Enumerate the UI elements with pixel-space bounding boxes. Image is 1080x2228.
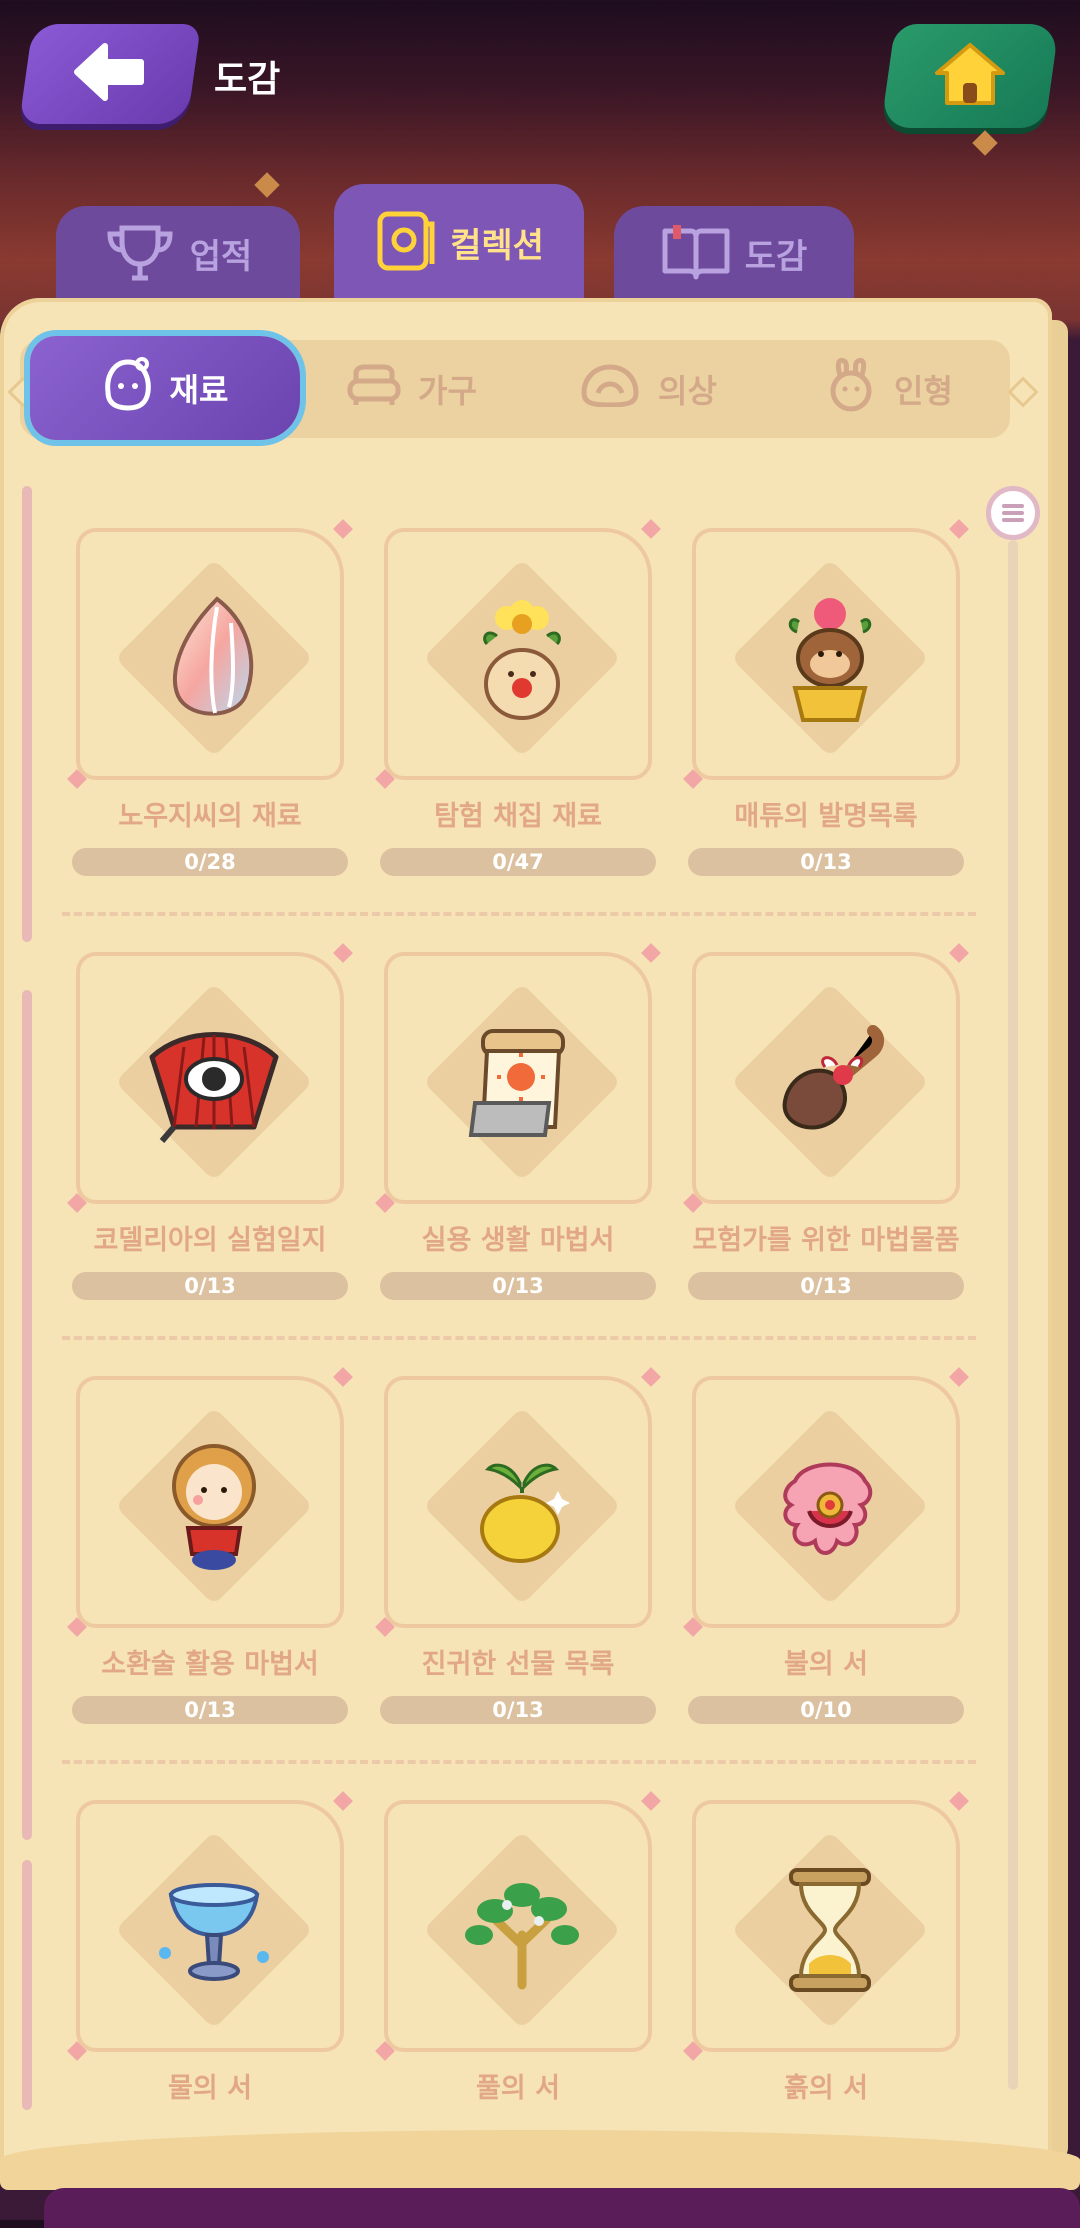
arrow-left-icon	[73, 42, 147, 106]
hat-icon	[578, 363, 642, 415]
collection-card[interactable]	[683, 1367, 969, 1637]
bunny-doll-icon	[824, 357, 878, 421]
book-bottom-edge	[0, 2130, 1080, 2190]
collection-card[interactable]	[683, 1791, 969, 2061]
collection-name: 진귀한 선물 목록	[421, 1649, 615, 1680]
tab-collection-label: 컬렉션	[450, 225, 544, 266]
bottom-bar	[44, 2188, 1080, 2228]
mandrake-flower-icon	[388, 532, 656, 784]
sparkle-decoration	[254, 172, 280, 198]
subtab-materials[interactable]: 재료	[30, 336, 300, 440]
subtab-doll[interactable]: 인형	[824, 340, 953, 438]
collection-progress: 0/47	[380, 848, 656, 876]
collection-card[interactable]	[375, 1791, 661, 2061]
tab-encyclopedia-label: 도감	[744, 236, 808, 277]
collection-card[interactable]	[375, 1367, 661, 1637]
collection-progress: 0/13	[688, 848, 964, 876]
left-page-decoration	[22, 486, 32, 942]
tab-achievements-label: 업적	[189, 236, 253, 277]
subtab-doll-label: 인형	[894, 372, 953, 410]
material-blob-icon	[102, 356, 154, 420]
collection-name: 물의 서	[168, 2073, 252, 2104]
collection-name: 풀의 서	[476, 2073, 560, 2104]
collection-card[interactable]	[375, 943, 661, 1213]
collection-name: 모험가를 위한 마법물품	[692, 1225, 960, 1256]
collection-name: 탐험 채집 재료	[434, 801, 602, 832]
trophy-icon	[104, 222, 176, 284]
calendar-scroll-icon	[388, 956, 656, 1208]
subtab-furniture-label: 가구	[418, 372, 477, 410]
hourglass-icon	[696, 1804, 964, 2056]
page-title: 도감	[214, 59, 281, 100]
water-chalice-icon	[80, 1804, 348, 2056]
collection-name: 코델리아의 실험일지	[93, 1225, 327, 1256]
collection-card[interactable]	[67, 1791, 353, 2061]
collection-name: 실용 생활 마법서	[421, 1225, 615, 1256]
monkey-pot-icon	[696, 532, 964, 784]
collection-progress: 0/13	[72, 1272, 348, 1300]
collection-card[interactable]	[375, 519, 661, 789]
collection-card[interactable]	[683, 519, 969, 789]
back-button[interactable]	[18, 24, 202, 124]
scrollbar-thumb[interactable]	[986, 486, 1040, 540]
collection-name: 노우지씨의 재료	[118, 801, 302, 832]
open-book-icon	[661, 225, 731, 281]
row-divider	[62, 912, 976, 916]
subtab-costume-label: 의상	[658, 372, 717, 410]
collection-name: 흙의 서	[784, 2073, 868, 2104]
collection-progress: 0/13	[688, 1272, 964, 1300]
home-button[interactable]	[880, 24, 1060, 128]
collection-progress: 0/10	[688, 1696, 964, 1724]
sofa-icon	[346, 363, 402, 415]
collection-card[interactable]	[683, 943, 969, 1213]
bow-brush-icon	[696, 956, 964, 1208]
tab-achievements[interactable]: 업적	[56, 206, 300, 300]
collection-progress: 0/13	[380, 1696, 656, 1724]
left-page-decoration	[22, 1860, 32, 2110]
scrollbar-track[interactable]	[1008, 540, 1018, 2090]
subtab-costume[interactable]: 의상	[578, 340, 717, 438]
tab-encyclopedia[interactable]: 도감	[614, 206, 854, 300]
left-page-decoration	[22, 990, 32, 1840]
fire-feather-icon	[696, 1380, 964, 1632]
collection-card[interactable]	[67, 519, 353, 789]
collection-progress: 0/28	[72, 848, 348, 876]
sparkle-decoration	[972, 130, 998, 156]
leaf-tree-icon	[388, 1804, 656, 2056]
eye-fan-icon	[80, 956, 348, 1208]
collection-card[interactable]	[67, 1367, 353, 1637]
golden-seed-icon	[388, 1380, 656, 1632]
collection-progress: 0/13	[380, 1272, 656, 1300]
collection-name: 매튜의 발명목록	[734, 801, 918, 832]
collection-book-icon	[374, 210, 436, 274]
row-divider	[62, 1760, 976, 1764]
hooded-doll-icon	[80, 1380, 348, 1632]
subtab-furniture[interactable]: 가구	[346, 340, 477, 438]
tab-collection[interactable]: 컬렉션	[334, 184, 584, 300]
row-divider	[62, 1336, 976, 1340]
subtab-materials-label: 재료	[169, 371, 229, 409]
collection-progress: 0/13	[72, 1696, 348, 1724]
collection-name: 불의 서	[784, 1649, 868, 1680]
collection-card[interactable]	[67, 943, 353, 1213]
home-icon	[933, 41, 1007, 111]
feather-seed-icon	[80, 532, 348, 784]
collection-name: 소환술 활용 마법서	[101, 1649, 319, 1680]
